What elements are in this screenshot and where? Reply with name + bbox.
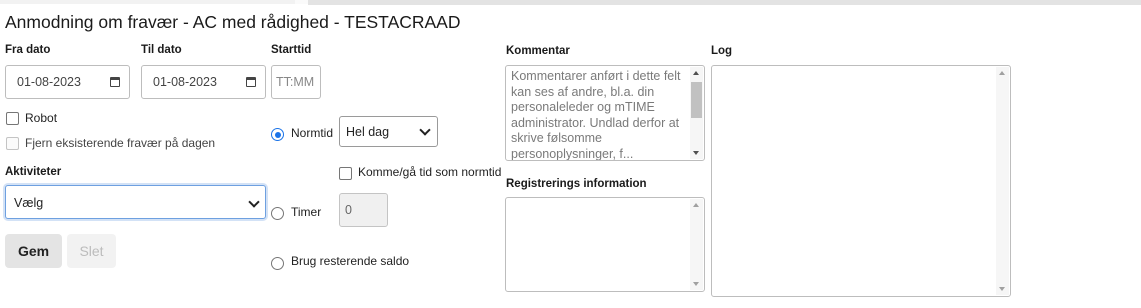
normtid-radio[interactable] [271, 128, 284, 141]
komme-gaa-checkbox[interactable] [339, 167, 352, 180]
timer-input[interactable]: 0 [339, 193, 388, 227]
log-label: Log [711, 45, 733, 57]
aktiviteter-select[interactable]: Vælg [5, 185, 266, 219]
registrering-textarea[interactable] [505, 197, 705, 292]
normtid-select-value: Hel dag [346, 125, 390, 139]
scroll-up-icon[interactable] [693, 71, 699, 75]
scroll-up-icon[interactable] [693, 203, 699, 207]
chevron-down-icon [419, 124, 431, 136]
til-dato-value: 01-08-2023 [153, 75, 217, 89]
scroll-down-icon[interactable] [999, 287, 1005, 291]
scroll-down-icon[interactable] [693, 151, 699, 155]
kommentar-textarea[interactable]: Kommentarer anført i dette felt kan ses … [505, 65, 705, 161]
page-title: Anmodning om fravær - AC med rådighed - … [5, 12, 461, 32]
top-edge-divider [295, 0, 308, 4]
aktiviteter-value: Vælg [14, 196, 44, 210]
gem-button[interactable]: Gem [5, 234, 62, 268]
scroll-thumb[interactable] [691, 82, 702, 118]
robot-label: Robot [25, 111, 58, 125]
scroll-up-icon[interactable] [999, 71, 1005, 75]
normtid-label: Normtid [291, 126, 334, 140]
brug-resterende-label: Brug resterende saldo [291, 254, 410, 268]
chevron-down-icon [248, 196, 260, 208]
fra-dato-value: 01-08-2023 [17, 75, 81, 89]
aktiviteter-label: Aktiviteter [5, 166, 62, 178]
log-scrollbar[interactable] [996, 67, 1009, 295]
slet-button[interactable]: Slet [67, 234, 116, 268]
fjern-fravaer-checkbox[interactable] [6, 137, 19, 150]
til-dato-input[interactable]: 01-08-2023 [141, 65, 266, 99]
komme-gaa-label: Komme/gå tid som normtid [358, 165, 502, 179]
calendar-icon[interactable] [246, 77, 256, 87]
kommentar-label: Kommentar [506, 45, 570, 57]
fjern-fravaer-label: Fjern eksisterende fravær på dagen [25, 136, 216, 150]
starttid-input[interactable]: TT:MM [271, 65, 321, 99]
robot-checkbox[interactable] [6, 112, 19, 125]
timer-radio[interactable] [271, 207, 284, 220]
calendar-icon[interactable] [110, 77, 120, 87]
log-textarea[interactable] [711, 65, 1011, 297]
top-edge-left [0, 0, 295, 4]
registrering-scrollbar[interactable] [690, 199, 703, 290]
starttid-label: Starttid [271, 44, 312, 56]
scroll-down-icon[interactable] [693, 282, 699, 286]
kommentar-scrollbar[interactable] [690, 67, 703, 159]
kommentar-placeholder: Kommentarer anført i dette felt kan ses … [511, 69, 681, 161]
registrering-label: Registrerings information [506, 178, 647, 190]
fra-dato-label: Fra dato [5, 44, 51, 56]
timer-label: Timer [291, 205, 322, 219]
fra-dato-input[interactable]: 01-08-2023 [5, 65, 130, 99]
brug-resterende-radio[interactable] [271, 257, 284, 270]
top-scrollbar[interactable] [308, 0, 1141, 5]
normtid-select[interactable]: Hel dag [339, 116, 438, 147]
til-dato-label: Til dato [141, 44, 182, 56]
